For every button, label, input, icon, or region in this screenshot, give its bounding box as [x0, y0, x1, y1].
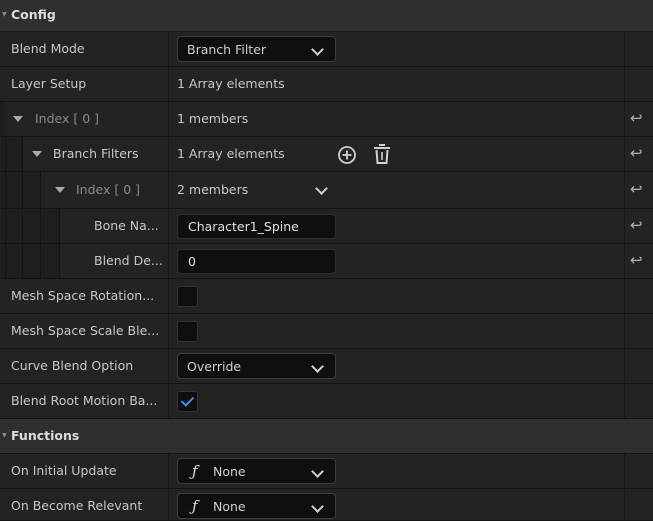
- functions-section-header[interactable]: ▼ Functions: [0, 419, 653, 454]
- chevron-down-icon: [311, 360, 324, 373]
- blend-root-motion-row: Blend Root Motion Ba...: [0, 384, 653, 419]
- reset-arrow-icon[interactable]: ↩: [630, 216, 643, 234]
- on-initial-update-label: On Initial Update: [11, 463, 117, 478]
- curve-blend-option-row: Curve Blend Option Override: [0, 349, 653, 384]
- collapse-caret-icon[interactable]: ▼: [2, 11, 7, 18]
- collapse-caret-icon[interactable]: ▼: [2, 432, 7, 439]
- blend-root-motion-label: Blend Root Motion Ba...: [11, 393, 158, 408]
- bone-name-field[interactable]: Character1_Spine: [177, 214, 336, 239]
- function-icon: ƒ: [192, 497, 198, 515]
- mesh-space-scale-label: Mesh Space Scale Ble...: [11, 323, 160, 338]
- index-0-value: 1 members: [177, 111, 249, 126]
- mesh-space-rotation-row: Mesh Space Rotation...: [0, 279, 653, 314]
- blend-depth-label: Blend De...: [94, 253, 163, 268]
- blend-root-motion-checkbox[interactable]: [177, 391, 198, 412]
- on-become-relevant-dropdown[interactable]: ƒ None: [177, 493, 336, 519]
- layer-setup-row[interactable]: Layer Setup 1 Array elements: [0, 67, 653, 102]
- on-become-relevant-row: On Become Relevant ƒ None: [0, 489, 653, 521]
- reset-arrow-icon[interactable]: ↩: [630, 180, 643, 198]
- index-0-inner-label: Index [ 0 ]: [76, 182, 141, 197]
- bone-name-row: Bone Na... Character1_Spine ↩: [0, 209, 653, 244]
- index-0-inner-row[interactable]: Index [ 0 ] 2 members ↩: [0, 172, 653, 209]
- reset-arrow-icon[interactable]: ↩: [630, 109, 643, 127]
- bone-name-value: Character1_Spine: [188, 219, 299, 234]
- function-icon: ƒ: [192, 462, 198, 480]
- chevron-down-icon: [311, 500, 324, 513]
- layer-setup-label: Layer Setup: [11, 76, 87, 91]
- blend-depth-value: 0: [188, 254, 196, 269]
- index-0-row[interactable]: Index [ 0 ] 1 members ↩: [0, 102, 653, 137]
- curve-blend-option-label: Curve Blend Option: [11, 358, 134, 373]
- mesh-space-scale-checkbox[interactable]: [177, 321, 198, 342]
- expand-triangle-icon[interactable]: [55, 187, 65, 193]
- checkmark-icon: [180, 393, 195, 407]
- mesh-space-rotation-checkbox[interactable]: [177, 286, 198, 307]
- reset-arrow-icon[interactable]: ↩: [630, 251, 643, 269]
- mesh-space-scale-row: Mesh Space Scale Ble...: [0, 314, 653, 349]
- curve-blend-option-value: Override: [187, 359, 242, 374]
- trash-icon[interactable]: [372, 144, 392, 165]
- reset-arrow-icon[interactable]: ↩: [630, 144, 643, 162]
- layer-setup-value: 1 Array elements: [177, 76, 285, 91]
- blend-mode-value: Branch Filter: [187, 42, 267, 57]
- curve-blend-option-dropdown[interactable]: Override: [177, 353, 336, 379]
- functions-section-title: Functions: [11, 428, 80, 443]
- branch-filters-label: Branch Filters: [53, 146, 139, 161]
- blend-depth-row: Blend De... 0 ↩: [0, 244, 653, 279]
- config-section-header[interactable]: ▼ Config: [0, 0, 653, 32]
- blend-mode-label: Blend Mode: [11, 41, 85, 56]
- on-initial-update-value: None: [213, 464, 246, 479]
- index-0-label: Index [ 0 ]: [35, 111, 100, 126]
- blend-depth-field[interactable]: 0: [177, 249, 336, 274]
- expand-triangle-icon[interactable]: [13, 116, 23, 122]
- mesh-space-rotation-label: Mesh Space Rotation...: [11, 288, 155, 303]
- chevron-down-icon: [311, 465, 324, 478]
- branch-filters-value: 1 Array elements: [177, 146, 285, 161]
- index-0-inner-value: 2 members: [177, 182, 249, 197]
- chevron-down-icon[interactable]: [315, 182, 328, 195]
- on-initial-update-row: On Initial Update ƒ None: [0, 454, 653, 489]
- blend-mode-row: Blend Mode Branch Filter: [0, 32, 653, 67]
- on-become-relevant-value: None: [213, 499, 246, 514]
- branch-filters-row[interactable]: Branch Filters 1 Array elements ↩: [0, 137, 653, 172]
- on-initial-update-dropdown[interactable]: ƒ None: [177, 458, 336, 484]
- on-become-relevant-label: On Become Relevant: [11, 498, 143, 513]
- config-section-title: Config: [11, 7, 56, 22]
- bone-name-label: Bone Na...: [94, 218, 159, 233]
- chevron-down-icon: [311, 43, 324, 56]
- add-circle-icon[interactable]: [337, 145, 357, 165]
- blend-mode-dropdown[interactable]: Branch Filter: [177, 36, 336, 62]
- expand-triangle-icon[interactable]: [32, 151, 42, 157]
